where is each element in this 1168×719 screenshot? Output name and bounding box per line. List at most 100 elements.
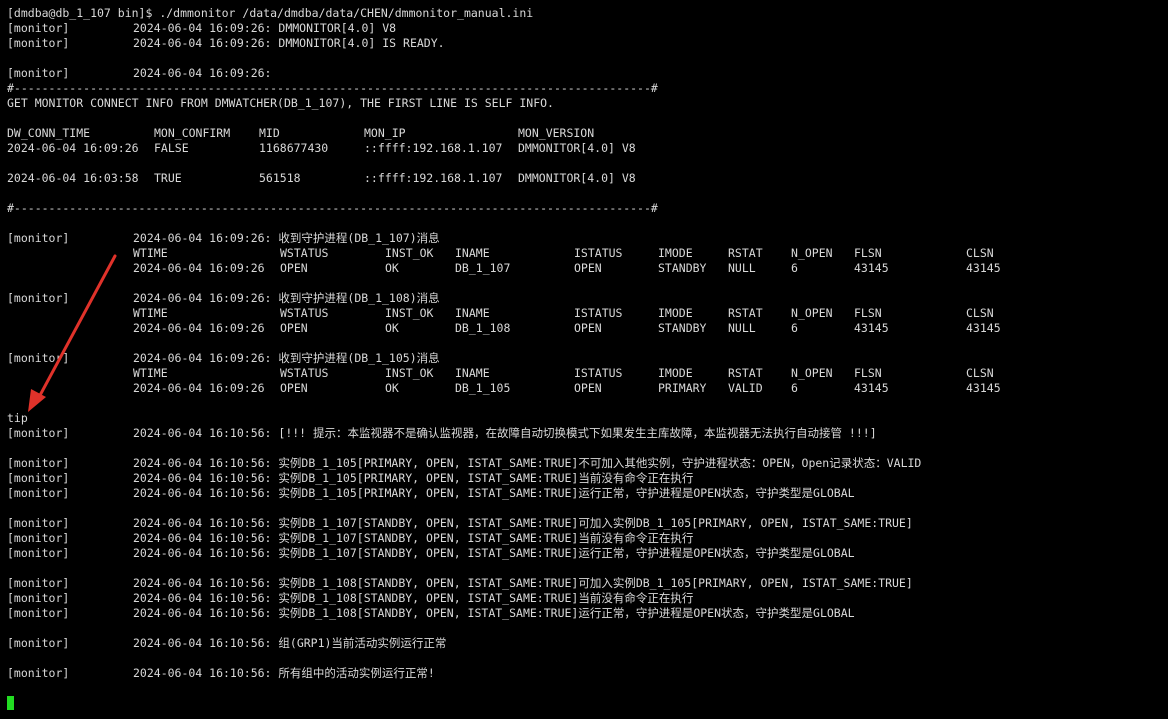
terminal-window[interactable]: [dmdba@db_1_107 bin]$ ./dmmonitor /data/… [0, 0, 1168, 719]
terminal-text: TRUE [154, 171, 182, 185]
terminal-text: DMMONITOR[4.0] V8 [518, 141, 636, 155]
terminal-line: 2024-06-04 16:09:26 FALSE 1168677430::ffff… [0, 141, 1168, 156]
terminal-text: ISTATUS [574, 306, 623, 320]
terminal-text: INST_OK [385, 246, 434, 260]
terminal-text: [monitor] [7, 21, 70, 35]
terminal-text: ::ffff:192.168.1.107 [364, 141, 503, 155]
terminal-text: DB_1_108 [455, 321, 511, 335]
terminal-line: [monitor] 2024-06-04 16:09:26: [0, 66, 1168, 81]
terminal-text: WSTATUS [280, 246, 329, 260]
terminal-line: DW_CONN_TIME MON_CONFIRM MID MON_IP MON_VERS… [0, 126, 1168, 141]
terminal-text: 2024-06-04 16:09:26: 收到守护进程(DB_1_105)消息 [133, 351, 440, 365]
terminal-text: OPEN [574, 381, 602, 395]
terminal-text: FALSE [154, 141, 189, 155]
terminal-text: 43145 [854, 261, 889, 275]
terminal-line: tip [0, 411, 1168, 426]
terminal-text: OPEN [574, 321, 602, 335]
terminal-text: DB_1_105 [455, 381, 511, 395]
terminal-text: [monitor] [7, 351, 70, 365]
terminal-text: 2024-06-04 16:09:26: DMMONITOR[4.0] V8 [133, 21, 397, 35]
terminal-line: [monitor] 2024-06-04 16:10:56: 实例DB_1_105… [0, 486, 1168, 501]
terminal-text: IMODE [658, 366, 693, 380]
terminal-text: OK [385, 261, 399, 275]
terminal-line: [monitor] 2024-06-04 16:10:56: 实例DB_1_108… [0, 576, 1168, 591]
terminal-text: VALID [728, 381, 763, 395]
terminal-text: GET MONITOR CONNECT INFO FROM DMWATCHER(… [7, 96, 554, 110]
terminal-text: OK [385, 321, 399, 335]
terminal-text: 6 [791, 321, 798, 335]
terminal-line: [monitor] 2024-06-04 16:09:26: DMMONITOR[… [0, 21, 1168, 36]
terminal-text: [monitor] [7, 471, 70, 485]
terminal-text: 2024-06-04 16:03:58 [7, 171, 139, 185]
terminal-text: tip [7, 411, 28, 425]
terminal-text: ISTATUS [574, 246, 623, 260]
terminal-text: 43145 [854, 321, 889, 335]
terminal-text: ISTATUS [574, 366, 623, 380]
terminal-text: #---------------------------------------… [7, 201, 658, 215]
terminal-text: [monitor] [7, 291, 70, 305]
terminal-text: CLSN [966, 246, 994, 260]
terminal-text: 2024-06-04 16:09:26: [133, 66, 272, 80]
terminal-line: [monitor] 2024-06-04 16:10:56: 实例DB_1_105… [0, 456, 1168, 471]
terminal-text: 2024-06-04 16:09:26 [133, 381, 265, 395]
terminal-text: INST_OK [385, 306, 434, 320]
terminal-line: [monitor] 2024-06-04 16:10:56: 组(GRP1)当前活… [0, 636, 1168, 651]
terminal-text: [monitor] [7, 516, 70, 530]
terminal-text: FLSN [854, 306, 882, 320]
terminal-text: MON_CONFIRM [154, 126, 231, 140]
terminal-text: DW_CONN_TIME [7, 126, 91, 140]
terminal-line: [monitor] 2024-06-04 16:10:56: 实例DB_1_108… [0, 591, 1168, 606]
terminal-text: 2024-06-04 16:10:56: [!!! 提示：本监视器不是确认监视器… [133, 426, 877, 440]
terminal-text: 2024-06-04 16:09:26: 收到守护进程(DB_1_107)消息 [133, 231, 440, 245]
terminal-text: [monitor] [7, 546, 70, 560]
terminal-text: OPEN [280, 381, 308, 395]
terminal-line: GET MONITOR CONNECT INFO FROM DMWATCHER(… [0, 96, 1168, 111]
terminal-line: WTIME WSTATUS INST_OK INAME ISTATUS IMODE RSTA… [0, 246, 1168, 261]
terminal-line: [monitor] 2024-06-04 16:09:26: 收到守护进程(DB_… [0, 231, 1168, 246]
terminal-text: FLSN [854, 246, 882, 260]
terminal-cursor [7, 696, 14, 710]
terminal-line: [monitor] 2024-06-04 16:10:56: 实例DB_1_107… [0, 516, 1168, 531]
terminal-text: 561518 [259, 171, 301, 185]
terminal-line: [monitor] 2024-06-04 16:09:26: DMMONITOR[… [0, 36, 1168, 51]
terminal-text: [monitor] [7, 36, 70, 50]
terminal-text: 2024-06-04 16:10:56: 实例DB_1_107[STANDBY,… [133, 531, 694, 545]
terminal-text: 6 [791, 261, 798, 275]
terminal-text: 43145 [966, 381, 1001, 395]
terminal-text: NULL [728, 321, 756, 335]
terminal-text: 43145 [966, 261, 1001, 275]
terminal-text: 2024-06-04 16:10:56: 实例DB_1_105[PRIMARY,… [133, 486, 855, 500]
terminal-line: #---------------------------------------… [0, 201, 1168, 216]
terminal-text: [monitor] [7, 231, 70, 245]
terminal-text: CLSN [966, 366, 994, 380]
terminal-text: [monitor] [7, 666, 70, 680]
terminal-text: N_OPEN [791, 306, 833, 320]
terminal-text: 2024-06-04 16:09:26: DMMONITOR[4.0] IS R… [133, 36, 445, 50]
terminal-line: WTIME WSTATUS INST_OK INAME ISTATUS IMODE RSTA… [0, 306, 1168, 321]
terminal-text: 2024-06-04 16:10:56: 组(GRP1)当前活动实例运行正常 [133, 636, 447, 650]
terminal-text: 2024-06-04 16:10:56: 实例DB_1_105[PRIMARY,… [133, 471, 694, 485]
terminal-text: RSTAT [728, 246, 763, 260]
terminal-text: 2024-06-04 16:09:26 [133, 321, 265, 335]
terminal-text: DB_1_107 [455, 261, 511, 275]
terminal-text: MON_VERSION [518, 126, 595, 140]
terminal-text: RSTAT [728, 366, 763, 380]
terminal-text: #---------------------------------------… [7, 81, 658, 95]
terminal-text: IMODE [658, 246, 693, 260]
terminal-text: 2024-06-04 16:10:56: 实例DB_1_108[STANDBY,… [133, 606, 855, 620]
terminal-line: [dmdba@db_1_107 bin]$ ./dmmonitor /data/… [0, 6, 1168, 21]
terminal-line: 2024-06-04 16:09:26 OPEN OK DB_1_105 OPEN PRI… [0, 381, 1168, 396]
terminal-text: ::ffff:192.168.1.107 [364, 171, 503, 185]
terminal-text: INAME [455, 306, 490, 320]
terminal-text: 2024-06-04 16:10:56: 实例DB_1_108[STANDBY,… [133, 591, 694, 605]
terminal-text: FLSN [854, 366, 882, 380]
